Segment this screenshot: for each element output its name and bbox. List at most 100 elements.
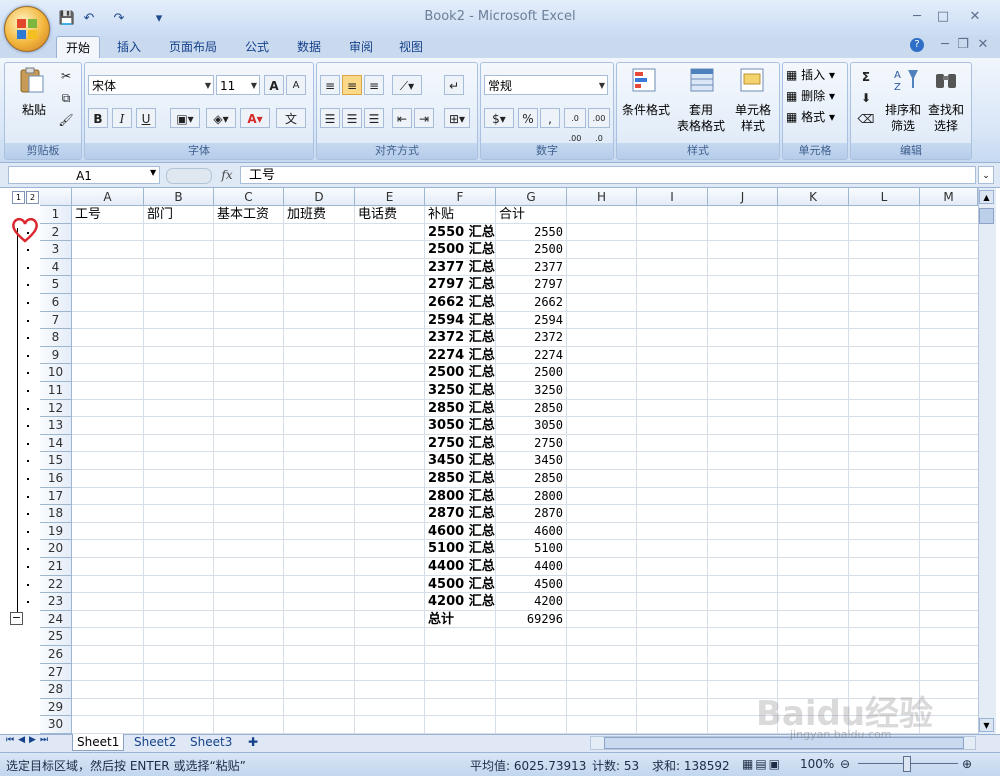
align-middle-icon[interactable]: ≡ [342,75,362,95]
row-header[interactable]: 23 [40,593,72,611]
formula-input[interactable]: 工号 [240,166,976,184]
close-icon[interactable]: ✕ [962,8,988,26]
subtotal-value-cell[interactable]: 2500 [499,364,566,382]
subtotal-value-cell[interactable]: 3250 [499,382,566,400]
row-header[interactable]: 15 [40,452,72,470]
save-icon[interactable]: 💾 [58,10,76,28]
zoom-level[interactable]: 100% [800,757,834,771]
header-cell[interactable]: 工号 [75,206,143,224]
scroll-up-icon[interactable]: ▲ [979,190,994,204]
insert-sheet-icon[interactable]: ✚ [244,734,262,750]
subtotal-value-cell[interactable]: 2870 [499,505,566,523]
subtotal-label-cell[interactable]: 2594 汇总 [428,312,495,330]
clear-icon[interactable]: ⌫ [856,109,876,129]
sheet-tab-3[interactable]: Sheet3 [186,734,236,750]
outline-level-1-button[interactable]: 1 [12,191,25,204]
subtotal-label-cell[interactable]: 4200 汇总 [428,593,495,611]
subtotal-label-cell[interactable]: 2850 汇总 [428,400,495,418]
font-size-select[interactable]: 11 ▼ [216,75,260,95]
row-header[interactable]: 9 [40,346,72,365]
row-header[interactable]: 19 [40,522,72,541]
align-bottom-icon[interactable]: ≡ [364,75,384,95]
fill-icon[interactable]: ⬇ [856,88,876,108]
subtotal-value-cell[interactable]: 3050 [499,417,566,435]
formula-bar-divider[interactable] [166,168,212,184]
subtotal-value-cell[interactable]: 2550 [499,224,566,242]
header-cell[interactable]: 电话费 [358,206,424,224]
row-header[interactable]: 28 [40,681,72,699]
tab-home[interactable]: 开始 [56,36,100,59]
view-mode-icons[interactable]: ▦▤▣ [742,757,782,771]
subtotal-value-cell[interactable]: 2372 [499,329,566,347]
column-header[interactable]: E [355,188,425,206]
row-header[interactable]: 8 [40,329,72,347]
column-header[interactable]: L [849,188,920,206]
cell-styles-icon[interactable] [738,66,766,94]
grand-total-value-cell[interactable]: 69296 [499,611,566,629]
format-cells-button[interactable]: ▦ 格式 ▾ [786,109,844,125]
row-header[interactable]: 30 [40,716,72,734]
zoom-in-icon[interactable]: ⊕ [962,757,972,771]
row-header[interactable]: 1 [40,206,72,224]
ribbon-close-icon[interactable]: ✕ [970,36,996,54]
merge-center-icon[interactable]: ⊞▾ [444,108,470,128]
row-header[interactable]: 29 [40,698,72,717]
column-header[interactable]: B [144,188,214,206]
zoom-slider-thumb[interactable] [903,756,911,772]
shrink-font-button[interactable]: A [286,75,306,95]
bold-button[interactable]: B [88,108,108,128]
subtotal-value-cell[interactable]: 2594 [499,312,566,330]
tab-view[interactable]: 视图 [390,36,432,58]
column-header[interactable]: H [567,188,637,206]
format-painter-icon[interactable]: 🖌 [56,110,76,130]
subtotal-label-cell[interactable]: 2797 汇总 [428,276,495,294]
column-header[interactable]: C [214,188,284,206]
subtotal-label-cell[interactable]: 4600 汇总 [428,523,495,541]
row-header[interactable]: 27 [40,663,72,682]
row-header[interactable]: 18 [40,505,72,523]
insert-cells-button[interactable]: ▦ 插入 ▾ [786,67,844,83]
subtotal-label-cell[interactable]: 2870 汇总 [428,505,495,523]
grand-total-label-cell[interactable]: 总计 [428,611,495,629]
row-header[interactable]: 10 [40,364,72,382]
border-button[interactable]: ▣▾ [170,108,200,128]
column-header[interactable]: F [425,188,496,206]
font-name-select[interactable]: 宋体 ▼ [88,75,214,95]
tab-page-layout[interactable]: 页面布局 [162,36,224,58]
italic-button[interactable]: I [112,108,132,128]
column-header[interactable]: J [708,188,778,206]
name-box-dropdown-icon[interactable]: ▼ [150,168,156,177]
select-all-button[interactable] [40,188,72,206]
format-as-table-icon[interactable] [688,66,716,94]
row-header[interactable]: 16 [40,470,72,488]
column-header[interactable]: M [920,188,978,206]
vertical-scrollbar[interactable] [978,188,996,734]
row-header[interactable]: 11 [40,382,72,400]
subtotal-label-cell[interactable]: 2500 汇总 [428,364,495,382]
outline-level-2-button[interactable]: 2 [26,191,39,204]
conditional-format-icon[interactable] [630,66,658,94]
subtotal-label-cell[interactable]: 2377 汇总 [428,259,495,277]
sheet-nav-icons[interactable]: ⏮◀▶⏭ [6,735,52,745]
subtotal-value-cell[interactable]: 4500 [499,576,566,594]
subtotal-label-cell[interactable]: 4500 汇总 [428,576,495,594]
header-cell[interactable]: 加班费 [287,206,354,224]
orientation-icon[interactable]: ⟋▾ [392,75,422,95]
subtotal-value-cell[interactable]: 4200 [499,593,566,611]
align-center-icon[interactable]: ☰ [342,108,362,128]
grow-font-button[interactable]: A [264,75,284,95]
increase-indent-icon[interactable]: ⇥ [414,108,434,128]
fill-color-icon[interactable]: ◈▾ [206,108,236,128]
header-cell[interactable]: 补贴 [428,206,495,224]
sort-filter-icon[interactable]: AZ [892,66,920,94]
header-cell[interactable]: 部门 [147,206,213,224]
sheet-tab-1[interactable]: Sheet1 [72,734,125,751]
horizontal-scroll-thumb[interactable] [604,737,964,749]
row-header[interactable]: 26 [40,646,72,664]
subtotal-label-cell[interactable]: 2750 汇总 [428,435,495,453]
row-header[interactable]: 7 [40,311,72,330]
subtotal-value-cell[interactable]: 2377 [499,259,566,277]
subtotal-label-cell[interactable]: 2662 汇总 [428,294,495,312]
number-format-select[interactable]: 常规 ▼ [484,75,608,95]
row-header[interactable]: 22 [40,575,72,594]
